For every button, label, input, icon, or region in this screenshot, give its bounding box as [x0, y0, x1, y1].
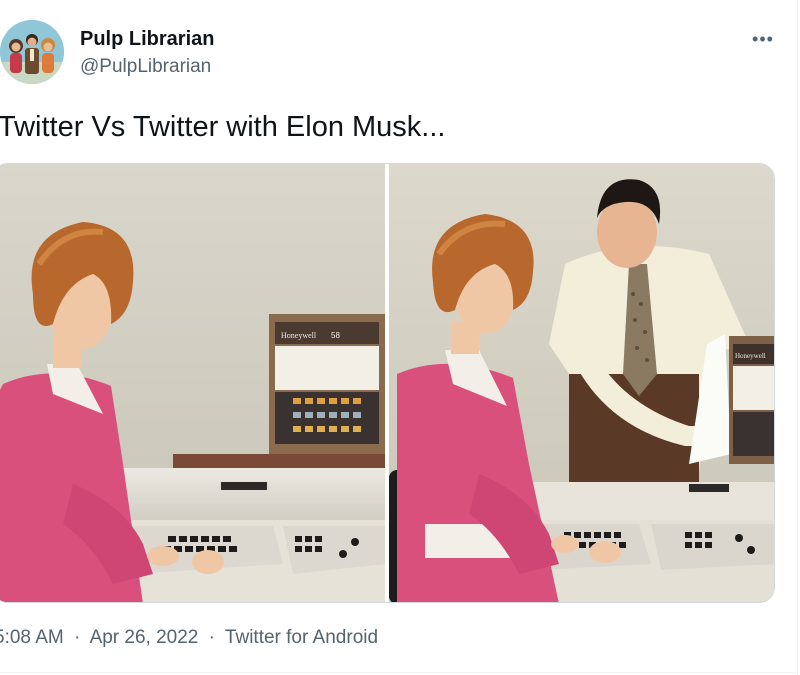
media-photo-left[interactable]: Honeywell 58 — [0, 164, 385, 603]
tweet-divider — [0, 672, 797, 673]
author-name[interactable]: Pulp Librarian — [80, 27, 214, 51]
tweet-card: Pulp Librarian @PulpLibrarian ••• Twitte… — [0, 0, 800, 675]
avatar[interactable] — [0, 20, 64, 84]
tweet-source[interactable]: Twitter for Android — [225, 627, 378, 648]
media-photo-right[interactable]: Honeywell — [389, 164, 775, 603]
more-options-icon[interactable]: ••• — [746, 26, 780, 52]
timeline-border — [797, 0, 798, 675]
monitor-model-left: 58 — [331, 331, 340, 340]
tweet-meta: 5:08 AM · Apr 26, 2022 · Twitter for And… — [0, 626, 378, 650]
tweet-text: Twitter Vs Twitter with Elon Musk... — [0, 111, 446, 143]
monitor-logo-right: Honeywell — [735, 352, 766, 360]
meta-separator: · — [74, 627, 81, 648]
author-handle[interactable]: @PulpLibrarian — [80, 55, 211, 79]
meta-separator: · — [208, 627, 215, 648]
tweet-time[interactable]: 5:08 AM — [0, 627, 64, 648]
media-grid: Honeywell 58 Honeywell — [0, 163, 775, 603]
monitor-logo-left: Honeywell — [281, 331, 317, 340]
avatar-image — [0, 20, 64, 84]
tweet-date[interactable]: Apr 26, 2022 — [90, 627, 199, 648]
